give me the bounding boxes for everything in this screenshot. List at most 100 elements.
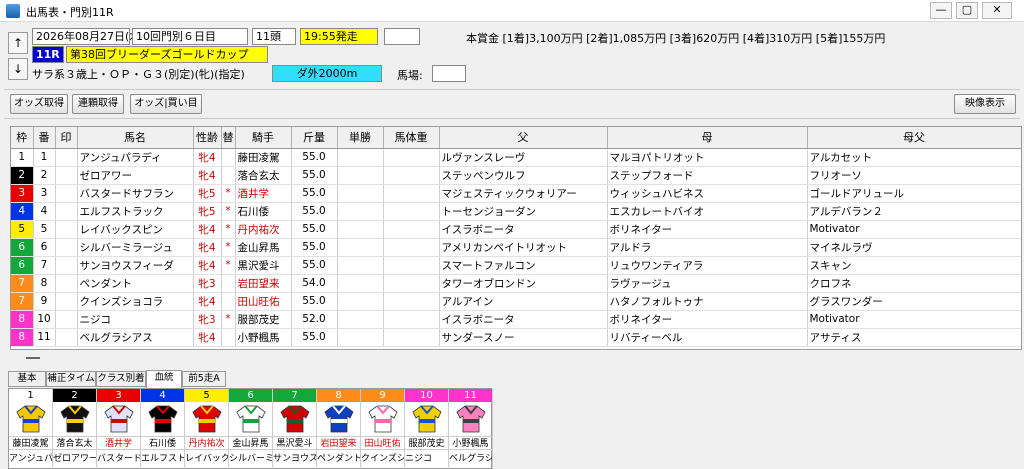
table-row[interactable]: 2 2 ゼロアワー 牝4 落合玄太 55.0 ステッペンウルフ ステップフォード フリオーソ bbox=[11, 166, 1021, 185]
silk-number: 9 bbox=[361, 389, 404, 402]
dam-cell: ボリネイター bbox=[607, 310, 808, 329]
waku-cell: 7 bbox=[11, 274, 34, 293]
dam-cell: リバティーベル bbox=[607, 328, 808, 347]
dam-cell: ラヴァージュ bbox=[607, 274, 808, 293]
silk-horse-name: ゼロアワー bbox=[53, 454, 96, 464]
maximize-button[interactable]: ▢ bbox=[956, 2, 978, 19]
odds-fetch-button[interactable]: オッズ取得 bbox=[10, 94, 68, 114]
sire-cell: サンダースノー bbox=[439, 328, 608, 347]
waku-cell: 7 bbox=[11, 292, 34, 311]
waku-cell: 6 bbox=[11, 256, 34, 275]
tab-item[interactable]: 補正タイム bbox=[46, 371, 96, 387]
silk-number: 10 bbox=[405, 389, 448, 402]
tab-item[interactable]: 前5走A bbox=[182, 371, 226, 387]
mark-cell bbox=[55, 184, 78, 203]
baba-field bbox=[432, 65, 466, 82]
column-header[interactable]: 単勝 bbox=[337, 127, 384, 149]
silk-card: 10 服部茂史 ニジコ bbox=[405, 389, 449, 469]
tab-item[interactable]: 基本 bbox=[8, 371, 46, 387]
minimize-button[interactable]: — bbox=[930, 2, 952, 19]
body-weight-cell bbox=[383, 238, 440, 257]
number-cell: 5 bbox=[33, 220, 56, 239]
number-cell: 4 bbox=[33, 202, 56, 221]
table-row[interactable]: 5 5 レイバックスピン 牝4 * 丹内祐次 55.0 イスラボニータ ボリネイター Motiva… bbox=[11, 220, 1021, 239]
dam-sire-cell: ゴールドアリュール bbox=[807, 184, 1021, 203]
body-weight-cell bbox=[383, 220, 440, 239]
dam-cell: エスカレートバイオ bbox=[607, 202, 808, 221]
table-row[interactable]: 3 3 バスタードサフラン 牝5 * 酒井学 55.0 マジェスティックウォリアー ウィッシュハ… bbox=[11, 184, 1021, 203]
tab-item[interactable]: クラス別着 bbox=[96, 371, 146, 387]
dam-sire-cell: スキャン bbox=[807, 256, 1021, 275]
silk-card: 6 金山昇馬シルバーミラージュ bbox=[229, 389, 273, 469]
close-button[interactable]: ✕ bbox=[982, 2, 1012, 19]
table-row[interactable]: 8 11 ベルグラシアス 牝4 小野楓馬 55.0 サンダースノー リバティーベル アサティス bbox=[11, 328, 1021, 347]
prev-race-button[interactable]: ↑ bbox=[8, 32, 28, 54]
table-row[interactable]: 6 6 シルバーミラージュ 牝4 * 金山昇馬 55.0 アメリカンペイトリオット アルドラ マイ… bbox=[11, 238, 1021, 257]
column-header[interactable]: 母 bbox=[607, 127, 808, 149]
column-header[interactable]: 騎手 bbox=[235, 127, 292, 149]
jockey-silk-icon bbox=[192, 405, 222, 433]
race-date: 2026年08月27日(木) bbox=[32, 28, 145, 45]
jockey-silk-icon bbox=[412, 405, 442, 433]
weight-cell: 55.0 bbox=[291, 238, 338, 257]
column-header[interactable]: 斤量 bbox=[291, 127, 338, 149]
silk-jockey-name: 石川倭 bbox=[141, 436, 184, 450]
silk-horse-name: シルバーミラージュ bbox=[229, 454, 272, 464]
silk-number: 8 bbox=[317, 389, 360, 402]
column-header[interactable]: 馬名 bbox=[77, 127, 194, 149]
renso-fetch-button[interactable]: 連顆取得 bbox=[72, 94, 124, 114]
scroll-indicator bbox=[26, 357, 40, 359]
column-header[interactable]: 馬体重 bbox=[383, 127, 440, 149]
table-row[interactable]: 1 1 アンジュパラディ 牝4 藤田凌駕 55.0 ルヴァンスレーヴ マルヨパトリオット アルカ… bbox=[11, 148, 1021, 167]
column-header[interactable]: 印 bbox=[55, 127, 78, 149]
video-button[interactable]: 映像表示 bbox=[954, 94, 1016, 114]
column-header[interactable]: 替 bbox=[221, 127, 236, 149]
win-odds-cell bbox=[337, 292, 384, 311]
horse-name-cell: ニジコ bbox=[77, 310, 194, 329]
jockey-silk-icon bbox=[148, 405, 178, 433]
prize-text: 本賞金 [1着]3,100万円 [2着]1,085万円 [3着]620万円 [4… bbox=[466, 32, 886, 45]
silks-panel: 1 藤田凌駕アンジュパラディ 2 落合玄太ゼロアワー 3 酒井学バスタードサフラン 4 石川倭… bbox=[8, 388, 493, 469]
race-conditions: サラ系３歳上・ＯＰ・Ｇ３(別定)(牝)(指定) bbox=[32, 68, 245, 81]
tab-item[interactable]: 血統 bbox=[146, 370, 182, 388]
silk-number: 1 bbox=[9, 389, 52, 402]
sex-age-cell: 牝3 bbox=[193, 310, 222, 329]
jockey-silk-icon bbox=[280, 405, 310, 433]
window-title: 出馬表・門別11R bbox=[26, 6, 114, 19]
weight-cell: 55.0 bbox=[291, 166, 338, 185]
weight-cell: 55.0 bbox=[291, 256, 338, 275]
number-cell: 2 bbox=[33, 166, 56, 185]
course-field: ダ外2000m bbox=[272, 65, 382, 82]
table-row[interactable]: 7 9 クインズショコラ 牝4 田山旺佑 55.0 アルアイン ハタノフォルトゥナ グラスワンダ… bbox=[11, 292, 1021, 311]
table-row[interactable]: 7 8 ペンダント 牝3 岩田望来 54.0 タワーオブロンドン ラヴァージュ クロフネ bbox=[11, 274, 1021, 293]
horse-name-cell: シルバーミラージュ bbox=[77, 238, 194, 257]
column-header[interactable]: 番 bbox=[33, 127, 56, 149]
weight-cell: 55.0 bbox=[291, 220, 338, 239]
column-header[interactable]: 母父 bbox=[807, 127, 1021, 149]
sex-age-cell: 牝4 bbox=[193, 328, 222, 347]
column-header[interactable]: 性齢 bbox=[193, 127, 222, 149]
silk-number: 3 bbox=[97, 389, 140, 402]
horse-name-cell: エルフストラック bbox=[77, 202, 194, 221]
body-weight-cell bbox=[383, 274, 440, 293]
race-number: 11R bbox=[32, 46, 64, 63]
change-cell bbox=[221, 274, 236, 293]
table-row[interactable]: 8 10 ニジコ 牝3 * 服部茂史 52.0 イスラボニータ ボリネイター Motivator bbox=[11, 310, 1021, 329]
dam-cell: マルヨパトリオット bbox=[607, 148, 808, 167]
number-cell: 1 bbox=[33, 148, 56, 167]
win-odds-cell bbox=[337, 256, 384, 275]
next-race-button[interactable]: ↓ bbox=[8, 58, 28, 80]
column-header[interactable]: 枠 bbox=[11, 127, 34, 149]
weight-cell: 55.0 bbox=[291, 148, 338, 167]
silk-card: 4 石川倭エルフストラック bbox=[141, 389, 185, 469]
odds-buy-button[interactable]: オッズ|買い目 bbox=[130, 94, 202, 114]
change-cell: * bbox=[221, 310, 236, 329]
silk-jockey-name: 服部茂史 bbox=[405, 436, 448, 450]
horse-name-cell: バスタードサフラン bbox=[77, 184, 194, 203]
weight-cell: 55.0 bbox=[291, 328, 338, 347]
table-row[interactable]: 6 7 サンヨウスフィーダ 牝4 * 黒沢愛斗 55.0 スマートファルコン リュウワンティアラ… bbox=[11, 256, 1021, 275]
table-row[interactable]: 4 4 エルフストラック 牝5 * 石川倭 55.0 トーセンジョーダン エスカレートバイオ アル… bbox=[11, 202, 1021, 221]
silk-jockey-name: 丹内祐次 bbox=[185, 436, 228, 450]
column-header[interactable]: 父 bbox=[439, 127, 608, 149]
heads-field: 11頭 bbox=[252, 28, 296, 45]
